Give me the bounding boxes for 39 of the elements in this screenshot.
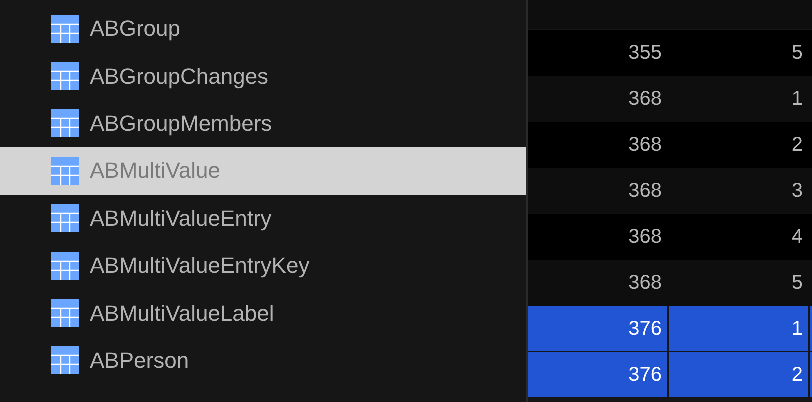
- sidebar-item[interactable]: ABMultiValueEntry: [0, 194, 526, 242]
- sidebar-item[interactable]: ABPerson: [0, 336, 526, 384]
- table-row[interactable]: 368 4: [528, 214, 812, 260]
- table-row[interactable]: 355 5: [528, 30, 812, 76]
- table-row[interactable]: 376 2: [528, 352, 812, 398]
- table-icon: [51, 62, 79, 90]
- sidebar-item[interactable]: ABGroupChanges: [0, 52, 526, 100]
- table-icon: [51, 109, 79, 138]
- table-cell-text: 368: [628, 86, 663, 112]
- table-cell-text: 1: [790, 86, 804, 112]
- table-cell-text: 368: [628, 270, 663, 296]
- table-icon: [51, 299, 79, 328]
- table-row[interactable]: 368 5: [528, 260, 812, 306]
- table-row[interactable]: 368 2: [528, 122, 812, 168]
- table-icon: [51, 156, 79, 185]
- table-cell-text: 368: [628, 224, 663, 250]
- sidebar-item[interactable]: ABMultiValueEntryKey: [0, 242, 526, 290]
- table-row[interactable]: 376 1: [528, 306, 812, 352]
- table-cell: 1: [669, 306, 808, 351]
- table-cell-text: 2: [790, 132, 804, 158]
- table-cell: 376: [528, 306, 667, 351]
- table-cell-text: 368: [628, 132, 663, 158]
- table-cell-text: 4: [790, 224, 804, 250]
- table-icon: [51, 346, 79, 374]
- table-cell-text: 368: [628, 178, 663, 204]
- table-cell: 2: [669, 352, 808, 397]
- sidebar-item[interactable]: ABGroup: [0, 5, 526, 52]
- table-icon: [51, 252, 79, 280]
- table-cell-text: 355: [628, 40, 663, 66]
- table-cell-text: 5: [790, 270, 804, 296]
- table-cell-text: 5: [790, 40, 804, 66]
- table-cell: 376: [528, 352, 667, 397]
- table-row[interactable]: 368 3: [528, 168, 812, 214]
- table-icon: [51, 14, 79, 43]
- table-cell-text: 3: [790, 178, 804, 204]
- sidebar-item[interactable]: ABMultiValueLabel: [0, 289, 526, 337]
- sidebar-item[interactable]: ABGroupMembers: [0, 100, 526, 148]
- table-icon: [51, 204, 79, 232]
- table-row[interactable]: 368 1: [528, 76, 812, 122]
